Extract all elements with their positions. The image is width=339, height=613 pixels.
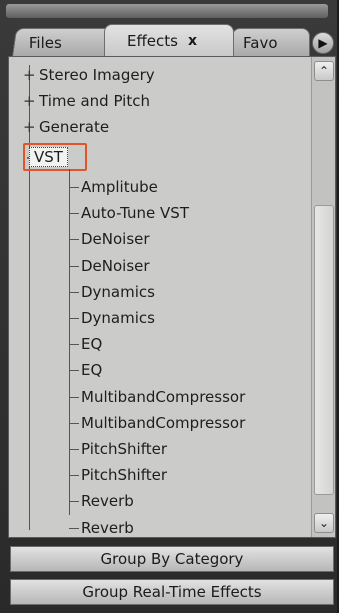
tree-connector bbox=[69, 449, 79, 450]
tree-scrollbar[interactable]: ⌃ ⌄ bbox=[311, 57, 335, 537]
tree-item-vst-effect[interactable]: EQ bbox=[81, 332, 102, 356]
expand-icon[interactable]: + bbox=[23, 63, 36, 87]
effects-tree: + Stereo Imagery + Time and Pitch + Gene… bbox=[9, 57, 309, 537]
tree-group-label: Stereo Imagery bbox=[39, 66, 155, 84]
tree-item-vst-effect[interactable]: MultibandCompressor bbox=[81, 385, 245, 409]
tree-connector bbox=[69, 501, 79, 503]
scroll-up-icon[interactable]: ⌃ bbox=[314, 61, 334, 81]
tree-connector bbox=[69, 422, 79, 424]
tree-group-label: Generate bbox=[39, 118, 110, 136]
title-strip bbox=[6, 4, 328, 18]
tree-item-vst-effect[interactable]: Dynamics bbox=[81, 306, 155, 330]
tree-item-vst-effect[interactable]: MultibandCompressor bbox=[81, 411, 245, 435]
tree-connector bbox=[69, 475, 79, 477]
expand-icon[interactable]: + bbox=[23, 89, 36, 113]
tab-files[interactable]: Files bbox=[12, 28, 112, 56]
group-by-category-button[interactable]: Group By Category bbox=[10, 546, 334, 572]
group-realtime-effects-button[interactable]: Group Real-Time Effects bbox=[10, 579, 334, 605]
tree-connector bbox=[69, 344, 79, 346]
tree-connector bbox=[69, 187, 79, 188]
tree-item-vst-effect[interactable]: Reverb bbox=[81, 489, 134, 513]
tab-effects-label: Effects bbox=[127, 31, 178, 50]
tree-item-vst-effect[interactable]: Dynamics bbox=[81, 280, 155, 304]
tree-connector bbox=[69, 527, 79, 529]
tree-item-vst-effect[interactable]: Amplitube bbox=[81, 175, 158, 199]
scroll-down-icon[interactable]: ⌄ bbox=[314, 513, 334, 533]
vst-children-line bbox=[69, 169, 70, 515]
tree-group-time-and-pitch[interactable]: + Time and Pitch bbox=[23, 89, 150, 113]
tree-group-label-selected: VST bbox=[29, 147, 68, 167]
tree-item-vst-effect[interactable]: PitchShifter bbox=[81, 437, 167, 461]
tab-bar: Files Effects x Favo ▶ bbox=[8, 24, 334, 58]
tree-group-stereo-imagery[interactable]: + Stereo Imagery bbox=[23, 63, 155, 87]
group-by-category-label: Group By Category bbox=[100, 550, 244, 568]
tree-group-generate[interactable]: + Generate bbox=[23, 115, 109, 139]
tree-group-label: Time and Pitch bbox=[39, 92, 150, 110]
tree-item-vst-effect[interactable]: PitchShifter bbox=[81, 463, 167, 487]
tab-scroll-right-icon[interactable]: ▶ bbox=[312, 32, 334, 54]
tree-item-vst-effect[interactable]: Reverb bbox=[81, 516, 134, 540]
tree-item-vst-effect[interactable]: EQ bbox=[81, 358, 102, 382]
tree-connector bbox=[69, 396, 79, 398]
close-icon[interactable]: x bbox=[188, 33, 197, 49]
tree-connector bbox=[69, 370, 79, 372]
group-realtime-effects-label: Group Real-Time Effects bbox=[82, 583, 262, 601]
tree-connector bbox=[69, 239, 79, 241]
tab-effects[interactable]: Effects x bbox=[104, 24, 234, 56]
tab-favorites-label: Favo bbox=[243, 33, 278, 52]
effects-panel-window: Files Effects x Favo ▶ + Stereo Imagery … bbox=[0, 0, 339, 613]
effects-tree-panel: + Stereo Imagery + Time and Pitch + Gene… bbox=[8, 56, 336, 538]
tab-favorites[interactable]: Favo bbox=[232, 28, 310, 56]
tree-item-vst-effect[interactable]: DeNoiser bbox=[81, 254, 150, 278]
tree-connector bbox=[69, 291, 79, 293]
tree-item-vst-effect[interactable]: DeNoiser bbox=[81, 227, 150, 251]
tree-connector bbox=[69, 213, 79, 215]
tab-files-label: Files bbox=[28, 33, 62, 52]
scroll-thumb[interactable] bbox=[314, 205, 334, 495]
tree-connector bbox=[69, 318, 79, 319]
tree-item-vst-effect[interactable]: Auto-Tune VST bbox=[81, 201, 189, 225]
expand-icon[interactable]: + bbox=[23, 115, 36, 139]
tree-connector bbox=[69, 265, 79, 267]
